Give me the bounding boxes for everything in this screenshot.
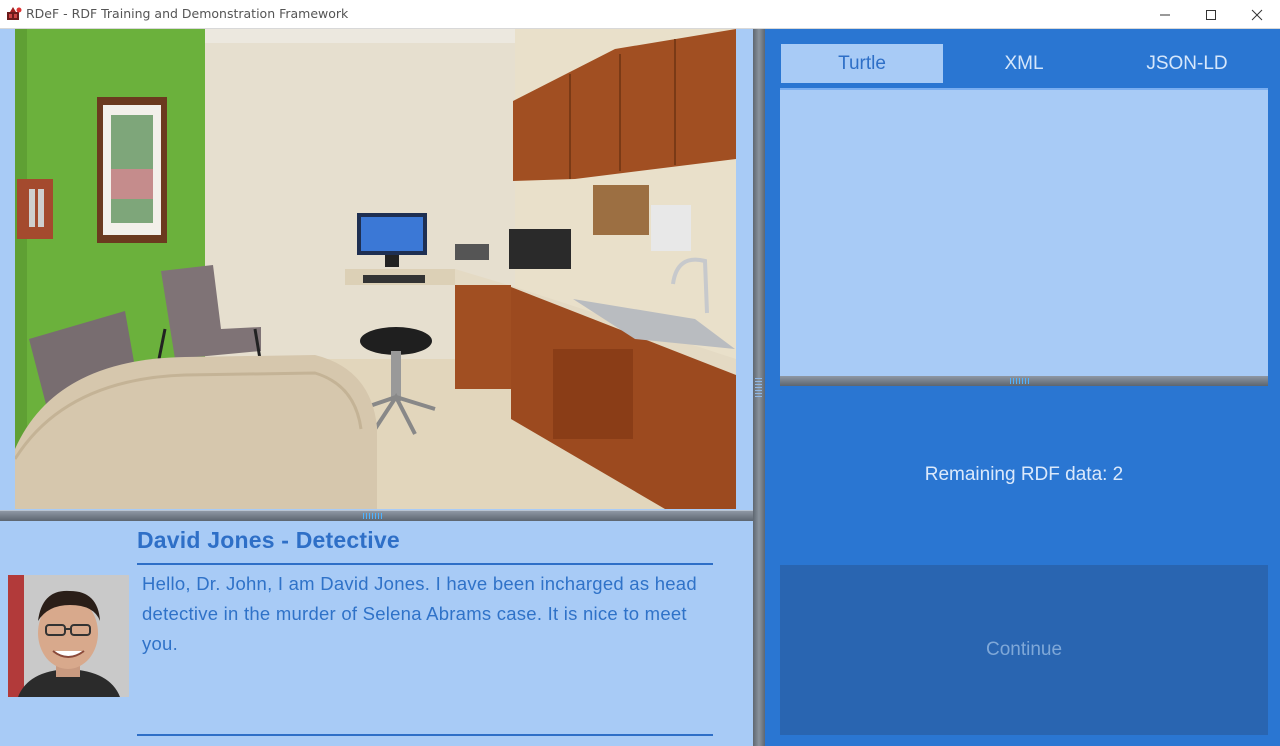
minimize-icon bbox=[1160, 14, 1170, 15]
avatar bbox=[8, 575, 129, 697]
continue-button[interactable]: Continue bbox=[780, 565, 1268, 735]
divider bbox=[137, 563, 713, 565]
rdf-editor[interactable] bbox=[780, 88, 1268, 376]
close-icon bbox=[1251, 9, 1263, 20]
title-bar: RDeF - RDF Training and Demonstration Fr… bbox=[0, 0, 1280, 29]
app-icon bbox=[6, 6, 22, 22]
avatar-photo bbox=[8, 575, 129, 697]
left-pane: David Jones - Detective Hello, Dr. John,… bbox=[0, 29, 753, 746]
dialog-text: Hello, Dr. John, I am David Jones. I hav… bbox=[142, 573, 697, 654]
remaining-rdf-label: Remaining RDF data: 2 bbox=[924, 464, 1124, 485]
tab-xml[interactable]: XML bbox=[943, 44, 1105, 83]
rdf-panel: Turtle XML JSON-LD Remaining RDF data: 2… bbox=[765, 29, 1280, 746]
speaker-name: David Jones - Detective bbox=[137, 527, 400, 553]
dialog-panel: David Jones - Detective Hello, Dr. John,… bbox=[0, 521, 753, 746]
splitter-grip-icon bbox=[1010, 378, 1029, 384]
minimize-button[interactable] bbox=[1142, 0, 1188, 29]
maximize-button[interactable] bbox=[1188, 0, 1234, 29]
splitter-grip-icon bbox=[755, 378, 762, 397]
scene-image bbox=[15, 29, 736, 509]
maximize-icon bbox=[1206, 9, 1216, 20]
exam-room-photo bbox=[15, 29, 736, 509]
tab-json-ld[interactable]: JSON-LD bbox=[1106, 44, 1268, 83]
splitter-grip-icon bbox=[363, 513, 382, 519]
divider bbox=[137, 734, 713, 736]
close-button[interactable] bbox=[1234, 0, 1280, 29]
tab-turtle[interactable]: Turtle bbox=[781, 44, 943, 83]
window-title: RDeF - RDF Training and Demonstration Fr… bbox=[26, 6, 349, 21]
horizontal-splitter-left[interactable] bbox=[0, 510, 753, 521]
vertical-splitter[interactable] bbox=[753, 29, 765, 746]
horizontal-splitter-right[interactable] bbox=[780, 376, 1268, 386]
